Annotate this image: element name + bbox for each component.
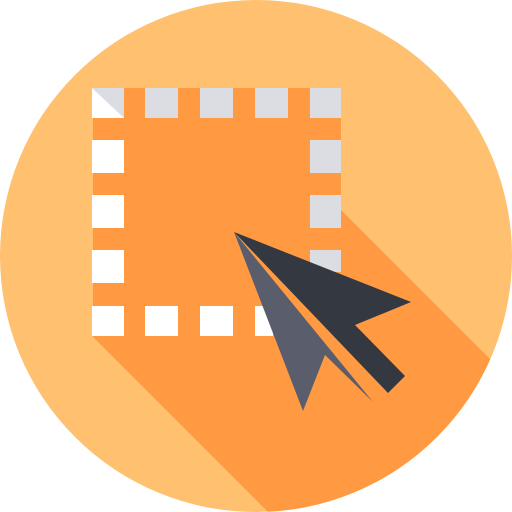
icon-canvas	[0, 0, 512, 512]
marquee-dash	[310, 140, 341, 173]
marquee-dash	[145, 88, 178, 118]
marquee-dash	[145, 306, 178, 336]
marquee-dash	[92, 140, 124, 173]
marquee-dash	[200, 306, 233, 336]
marquee-dash	[200, 88, 233, 118]
selection-tool-icon	[0, 0, 512, 512]
marquee-dash	[92, 250, 124, 283]
marquee-dash	[92, 195, 124, 228]
marquee-dash	[310, 195, 341, 228]
marquee-dash	[92, 306, 124, 336]
marquee-dash	[310, 88, 341, 118]
marquee-dash	[255, 88, 288, 118]
